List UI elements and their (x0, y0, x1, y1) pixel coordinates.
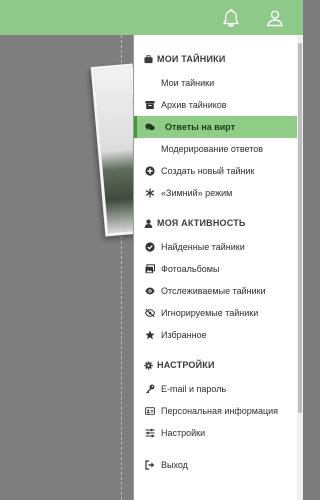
section-activity-title: МОЯ АКТИВНОСТЬ (144, 218, 246, 228)
snowflake-icon (144, 187, 156, 199)
menu-item-email-password[interactable]: E-mail и пароль (134, 378, 297, 400)
images-icon (144, 263, 156, 275)
eye-slash-icon (144, 307, 156, 319)
menu-item-found-caches[interactable]: Найденные тайники (134, 236, 297, 258)
briefcase-icon (144, 54, 153, 63)
page-backdrop (0, 35, 133, 500)
comments-icon (144, 121, 156, 133)
menu-item-winter-mode[interactable]: «Зимний» режим (134, 182, 297, 204)
gear-icon (144, 360, 153, 370)
person-icon (144, 219, 153, 228)
background-photo (90, 63, 133, 237)
eye-icon (144, 285, 156, 297)
menu-item-logout[interactable]: Выход (134, 454, 297, 476)
id-card-icon (144, 405, 156, 417)
archive-icon (144, 99, 156, 111)
menu-item-moderation[interactable]: Модерирование ответов (134, 138, 297, 160)
check-circle-icon (144, 241, 156, 253)
scrollbar-thumb[interactable] (298, 43, 302, 413)
menu-item-create-cache[interactable]: Создать новый тайник (134, 160, 297, 182)
bell-icon[interactable] (221, 8, 241, 28)
menu-item-virtual-answers[interactable]: Ответы на вирт (134, 116, 297, 138)
menu-item-personal-info[interactable]: Персональная информация (134, 400, 297, 422)
sign-out-icon (144, 459, 156, 471)
menu-item-my-caches[interactable]: Мои тайники (134, 72, 297, 94)
star-icon (144, 329, 156, 341)
menu-item-ignored-caches[interactable]: Игнорируемые тайники (134, 302, 297, 324)
top-bar (0, 0, 303, 35)
section-my-caches-title: МОИ ТАЙНИКИ (144, 54, 226, 64)
plus-circle-icon (144, 165, 156, 177)
menu-item-photo-albums[interactable]: Фотоальбомы (134, 258, 297, 280)
section-settings-title: НАСТРОЙКИ (144, 360, 215, 370)
menu-item-settings[interactable]: Настройки (134, 422, 297, 444)
menu-item-favorites[interactable]: Избранное (134, 324, 297, 346)
menu-scrollbar[interactable] (297, 35, 303, 500)
user-icon[interactable] (265, 8, 285, 28)
menu-item-archive[interactable]: Архив тайников (134, 94, 297, 116)
menu-item-watched-caches[interactable]: Отслеживаемые тайники (134, 280, 297, 302)
sliders-icon (144, 427, 156, 439)
user-menu-panel: МОИ ТАЙНИКИ Мои тайники Архив тайников О… (133, 35, 297, 500)
key-icon (144, 383, 156, 395)
